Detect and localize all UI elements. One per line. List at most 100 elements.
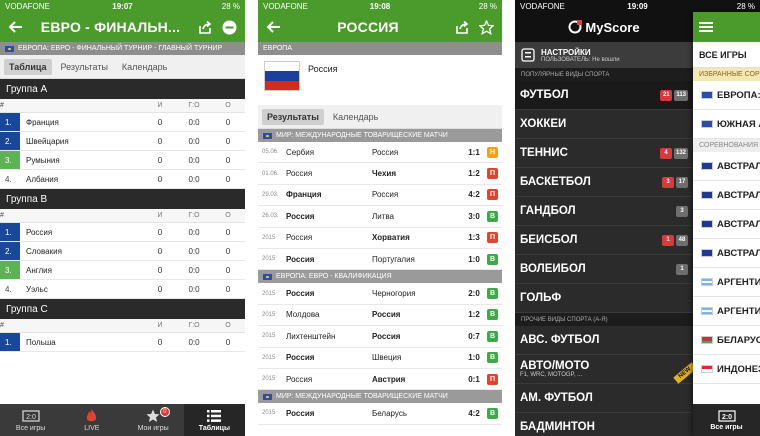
match-row[interactable]: 05.06. Сербия Россия 1:1 Н — [258, 142, 502, 164]
competition-item[interactable]: ИНДОНЕЗИЯ — [693, 355, 760, 384]
table-row[interactable]: 1. Польша 0 0:0 0 — [0, 333, 245, 352]
tab-table[interactable]: Таблица — [4, 58, 52, 75]
back-arrow-icon[interactable] — [265, 18, 283, 36]
content-peek[interactable]: ВСЕ ИГРЫ ИЗБРАННЫЕ СОРЕВНОВАНИЯ ЕВРОПА: … — [693, 12, 760, 436]
match-row[interactable]: 2015 Россия Черногория 2:0 В — [258, 283, 502, 305]
games-cell: 0 — [157, 246, 163, 256]
nav-all-games[interactable]: 2:0 Все игры — [693, 404, 760, 436]
nav-my-games[interactable]: 0 Мои игры — [123, 404, 184, 436]
competition-item[interactable]: АВСТРАЛИЯ — [693, 152, 760, 181]
match-row[interactable]: 2015 Россия Португалия 1:0 В — [258, 248, 502, 271]
table-row[interactable]: 3. Румыния 0 0:0 0 — [0, 151, 245, 170]
sport-menu-item[interactable]: АМ. ФУТБОЛ — [515, 384, 693, 413]
sport-menu-item[interactable]: БЕЙСБОЛ 1 48 — [515, 226, 693, 255]
tab-calendar[interactable]: Календарь — [328, 109, 383, 125]
competition-item[interactable]: АВСТРАЛИЯ — [693, 210, 760, 239]
match-row[interactable]: 2015 Лихтенштейн Россия 0:7 В — [258, 326, 502, 348]
result-badge: В — [487, 210, 498, 222]
favorite-star-icon[interactable] — [477, 18, 495, 36]
match-score: 2:0 — [468, 289, 480, 299]
home-team: Россия — [286, 233, 313, 243]
col-points: О — [225, 102, 231, 109]
sports-menu-screen: VODAFONE 19:09 28 % MyScore НАСТРОЙКИ ПО… — [515, 0, 760, 436]
match-row[interactable]: 29.03. Франция Россия 4:2 П — [258, 184, 502, 207]
home-team: Сербия — [286, 147, 315, 157]
competition-item[interactable]: АРГЕНТИНА — [693, 268, 760, 297]
battery-label: 28 % — [736, 1, 755, 11]
hamburger-menu-icon[interactable] — [699, 22, 713, 32]
match-row[interactable]: 26.03. Россия Литва 3:0 В — [258, 206, 502, 228]
sport-menu-item[interactable]: ВОЛЕЙБОЛ 1 — [515, 255, 693, 284]
rank-cell: 1. — [0, 223, 20, 241]
all-games-item[interactable]: ВСЕ ИГРЫ — [693, 42, 760, 68]
match-row[interactable]: 2015 Россия Австрия 0:1 П — [258, 368, 502, 391]
battery-label: 28 % — [478, 1, 497, 11]
remove-icon[interactable] — [220, 18, 238, 36]
tab-calendar[interactable]: Календарь — [117, 59, 172, 75]
col-games: И — [157, 212, 163, 219]
competition-flag-icon — [263, 273, 272, 280]
sport-menu-item[interactable]: ГАНДБОЛ 3 — [515, 197, 693, 226]
goals-cell: 0:0 — [188, 117, 200, 127]
table-row[interactable]: 1. Россия 0 0:0 0 — [0, 223, 245, 242]
competition-header: ЕВРОПА: ЕВРО - КВАЛИФИКАЦИЯ — [258, 270, 502, 284]
back-arrow-icon[interactable] — [7, 18, 25, 36]
sport-menu-item[interactable]: АВС. ФУТБОЛ — [515, 326, 693, 355]
competition-item[interactable]: БЕЛАРУСЬ — [693, 326, 760, 355]
country-flag-icon — [701, 120, 713, 128]
sport-menu-item[interactable]: ГОЛЬФ — [515, 284, 693, 313]
nav-live[interactable]: LIVE — [61, 404, 122, 436]
competition-item[interactable]: АРГЕНТИНА — [693, 297, 760, 326]
nav-label: Мои игры — [137, 424, 169, 432]
table-row[interactable]: 4. Албания 0 0:0 0 — [0, 170, 245, 189]
sport-menu-item[interactable]: ТЕННИС 4 132 — [515, 139, 693, 168]
nav-all-games[interactable]: 2:0 Все игры — [0, 404, 61, 436]
competition-item[interactable]: АВСТРАЛИЯ — [693, 239, 760, 268]
sport-menu-item[interactable]: БАСКЕТБОЛ 3 17 — [515, 168, 693, 197]
sport-menu-item[interactable]: ФУТБОЛ 21 113 — [515, 81, 693, 110]
table-row[interactable]: 2. Швейцария 0 0:0 0 — [0, 132, 245, 151]
table-row[interactable]: 2. Словакия 0 0:0 0 — [0, 242, 245, 261]
tab-results[interactable]: Результаты — [56, 59, 113, 75]
goals-cell: 0:0 — [188, 227, 200, 237]
games-cell: 0 — [157, 265, 163, 275]
sport-menu-item[interactable]: ХОККЕЙ — [515, 110, 693, 139]
match-date: 2015 — [262, 290, 276, 297]
competition-name: ЮЖНАЯ АМЕРИКА — [717, 118, 760, 130]
away-team: Португалия — [372, 254, 415, 264]
away-team: Австрия — [372, 374, 406, 384]
away-team: Чехия — [372, 169, 396, 179]
col-points: О — [225, 212, 231, 219]
home-team: Лихтенштейн — [286, 331, 336, 341]
competition-title: МИР: МЕЖДУНАРОДНЫЕ ТОВАРИЩЕСКИЕ МАТЧИ — [276, 132, 448, 139]
nav-tables[interactable]: Таблицы — [183, 404, 245, 436]
share-icon[interactable] — [196, 18, 214, 36]
settings-item[interactable]: НАСТРОЙКИ ПОЛЬЗОВАТЕЛЬ: Не вошли — [515, 42, 693, 68]
points-cell: 0 — [225, 174, 231, 184]
goals-cell: 0:0 — [188, 136, 200, 146]
table-row[interactable]: 1. Франция 0 0:0 0 — [0, 113, 245, 132]
match-row[interactable]: 01.06. Россия Чехия 1:2 П — [258, 163, 502, 185]
match-row[interactable]: 2015 Молдова Россия 1:2 В — [258, 304, 502, 327]
sport-menu-item[interactable]: АВТО/МОТО F1, WRC, MOTOGP, ... NEW — [515, 355, 697, 384]
table-row[interactable]: 4. Уэльс 0 0:0 0 — [0, 280, 245, 299]
match-row[interactable]: 2015 Россия Швеция 1:0 В — [258, 347, 502, 369]
competition-item[interactable]: АВСТРАЛИЯ — [693, 181, 760, 210]
match-row[interactable]: 2015 Россия Беларусь 4:2 В — [258, 403, 502, 425]
match-row[interactable]: 2015 Россия Хорватия 1:3 П — [258, 227, 502, 249]
sport-menu-item[interactable]: БАДМИНТОН — [515, 413, 693, 436]
tab-bar: Таблица Результаты Календарь — [0, 55, 245, 79]
sport-label: ГАНДБОЛ — [520, 205, 576, 217]
table-row[interactable]: 3. Англия 0 0:0 0 — [0, 261, 245, 280]
share-icon[interactable] — [453, 18, 471, 36]
match-score: 1:2 — [468, 310, 480, 320]
country-flag-icon — [701, 220, 713, 228]
country-flag-icon — [701, 307, 713, 315]
competition-item[interactable]: ЕВРОПА: ЕВРО — [693, 81, 760, 110]
goals-cell: 0:0 — [188, 174, 200, 184]
col-rank: # — [0, 102, 4, 109]
favorite-list: ЕВРОПА: ЕВРО ЮЖНАЯ АМЕРИКА — [693, 81, 760, 139]
competition-item[interactable]: ЮЖНАЯ АМЕРИКА — [693, 110, 760, 139]
tab-results[interactable]: Результаты — [262, 108, 324, 125]
myscore-logo-icon — [568, 20, 583, 34]
